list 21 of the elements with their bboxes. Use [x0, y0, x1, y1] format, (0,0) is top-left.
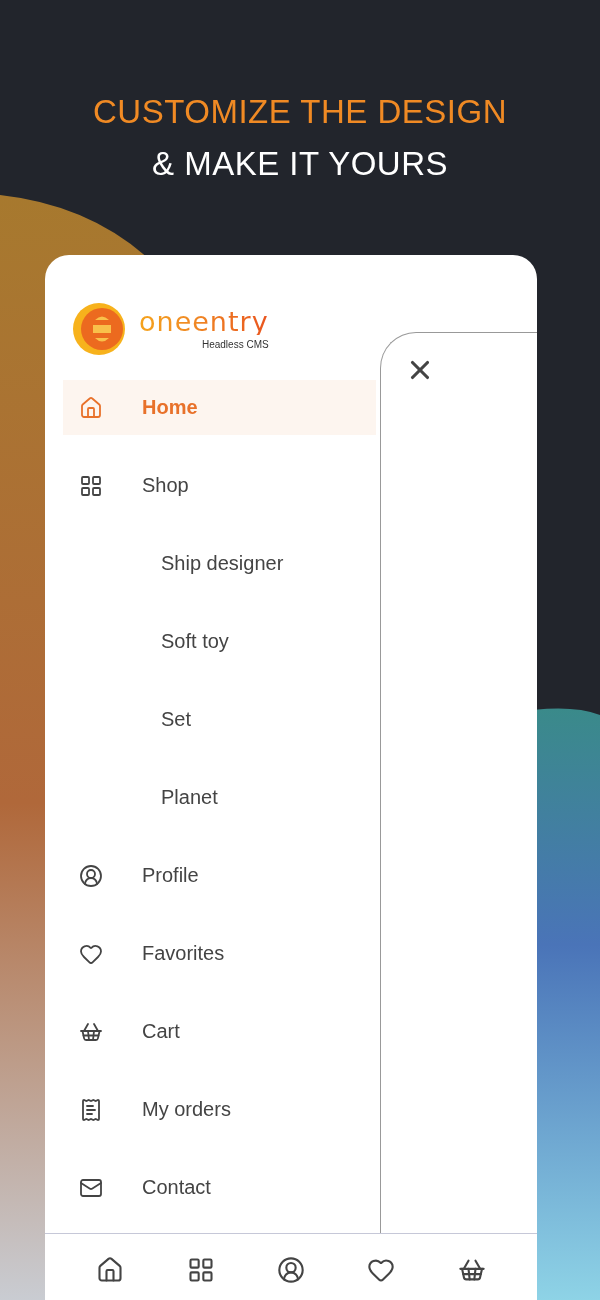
menu-item[interactable]: Contact: [63, 1160, 376, 1215]
menu-item[interactable]: Cart: [63, 1004, 376, 1059]
logo-icon: [73, 303, 125, 355]
menu-item[interactable]: Set: [63, 692, 376, 747]
user-icon: [79, 863, 103, 888]
user-nav-button[interactable]: [276, 1256, 305, 1284]
home-icon: [79, 395, 103, 420]
headline: & MAKE IT YOURS: [152, 145, 448, 183]
receipt-icon: [79, 1097, 103, 1122]
menu-item[interactable]: My orders: [63, 1082, 376, 1137]
headline: CUSTOMIZE THE DESIGN: [93, 93, 507, 131]
logo-tagline: Headless CMS: [201, 339, 269, 350]
home-nav-button[interactable]: [96, 1256, 125, 1284]
menu-item[interactable]: Shop: [63, 458, 376, 513]
menu-item[interactable]: Soft toy: [63, 614, 376, 669]
grid-nav-button[interactable]: [186, 1256, 215, 1284]
menu-item[interactable]: Planet: [63, 770, 376, 825]
grid-icon: [79, 473, 103, 498]
menu-item[interactable]: Favorites: [63, 926, 376, 981]
menu-item[interactable]: Ship designer: [63, 536, 376, 591]
menu-item[interactable]: Profile: [63, 848, 376, 903]
